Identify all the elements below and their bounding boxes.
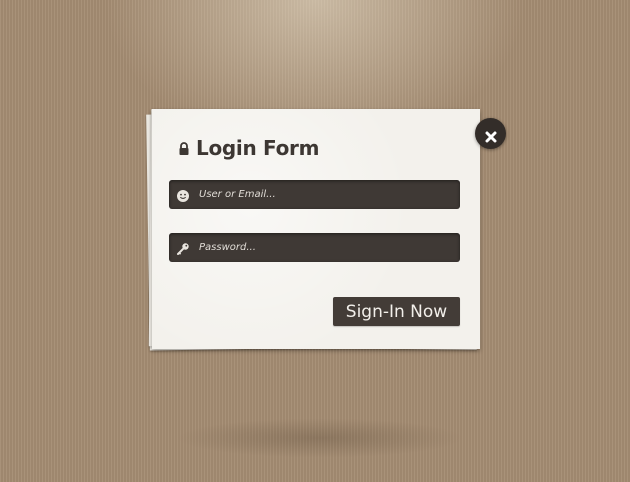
password-field[interactable] — [169, 233, 460, 262]
key-icon — [176, 241, 190, 255]
form-header: Login Form — [178, 135, 319, 161]
password-input[interactable] — [199, 242, 449, 253]
lock-icon — [178, 141, 190, 155]
form-title: Login Form — [196, 136, 320, 160]
close-icon — [485, 128, 497, 142]
smiley-icon — [176, 188, 190, 202]
close-button[interactable] — [475, 118, 506, 149]
form-floor-shadow — [175, 418, 465, 458]
username-input[interactable] — [199, 189, 449, 200]
sign-in-button[interactable]: Sign-In Now — [333, 297, 460, 326]
username-field[interactable] — [169, 180, 460, 209]
login-form-card: Login Form Sign-In Now — [152, 109, 480, 349]
